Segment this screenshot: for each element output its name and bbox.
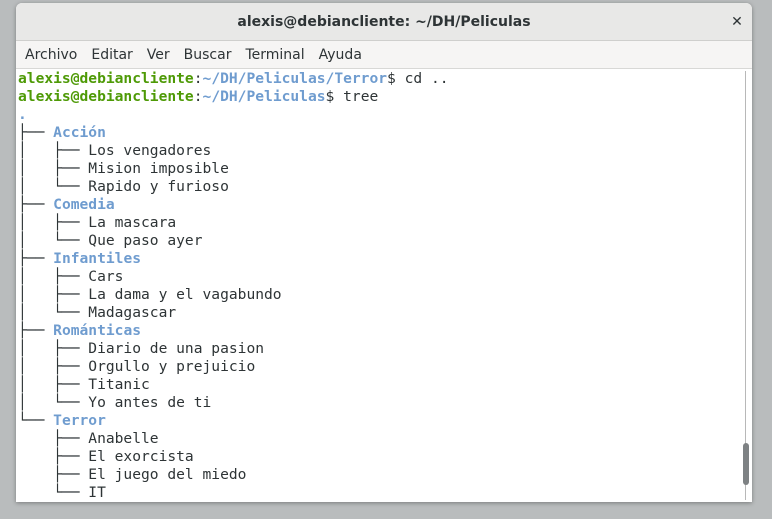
terminal-line: └── Terror bbox=[18, 412, 449, 430]
terminal-line: │ └── Que paso ayer bbox=[18, 232, 449, 250]
terminal-line: └── IT bbox=[18, 484, 449, 502]
terminal-line: │ ├── Cars bbox=[18, 268, 449, 286]
terminal-line: │ ├── Orgullo y prejuicio bbox=[18, 358, 449, 376]
directory-name: Comedia bbox=[53, 196, 115, 213]
menu-buscar[interactable]: Buscar bbox=[177, 42, 239, 68]
terminal-line: │ └── Madagascar bbox=[18, 304, 449, 322]
terminal-line: ├── Románticas bbox=[18, 322, 449, 340]
terminal-text: : bbox=[193, 70, 203, 87]
menu-archivo[interactable]: Archivo bbox=[18, 42, 84, 68]
prompt-path: ~/DH/Peliculas bbox=[202, 88, 326, 105]
terminal-line: │ └── Yo antes de ti bbox=[18, 394, 449, 412]
terminal-line: ├── Anabelle bbox=[18, 430, 449, 448]
terminal-text: : bbox=[193, 88, 203, 105]
terminal-line: alexis@debiancliente:~/DH/Peliculas/Terr… bbox=[18, 70, 449, 88]
directory-name: Románticas bbox=[53, 322, 142, 339]
terminal-text: ├── El exorcista bbox=[18, 448, 194, 465]
terminal-text: $ tree bbox=[325, 88, 379, 105]
terminal-line: │ ├── Titanic bbox=[18, 376, 449, 394]
terminal-window: alexis@debiancliente: ~/DH/Peliculas ✕ A… bbox=[16, 3, 752, 502]
terminal-text: │ ├── Titanic bbox=[18, 376, 150, 393]
terminal-text: │ ├── Los vengadores bbox=[18, 142, 212, 159]
menu-ver[interactable]: Ver bbox=[140, 42, 177, 68]
terminal-line: │ ├── Mision imposible bbox=[18, 160, 449, 178]
terminal-text: └── bbox=[18, 412, 54, 429]
terminal-line: alexis@debiancliente:~/DH/Peliculas$ tre… bbox=[18, 88, 449, 106]
terminal-text: ├── Anabelle bbox=[18, 430, 159, 447]
terminal-line: . bbox=[18, 106, 449, 124]
menu-bar: Archivo Editar Ver Buscar Terminal Ayuda bbox=[16, 41, 752, 69]
prompt-user: alexis@debiancliente bbox=[18, 88, 194, 105]
terminal-text: │ └── Yo antes de ti bbox=[18, 394, 212, 411]
terminal-text: │ └── Madagascar bbox=[18, 304, 177, 321]
terminal-text: ├── El juego del miedo bbox=[18, 466, 247, 483]
terminal-line: │ ├── Diario de una pasion bbox=[18, 340, 449, 358]
menu-editar[interactable]: Editar bbox=[84, 42, 139, 68]
terminal-line: ├── Comedia bbox=[18, 196, 449, 214]
close-button[interactable]: ✕ bbox=[726, 11, 748, 33]
terminal-text: ├── bbox=[18, 250, 54, 267]
terminal-line: ├── El exorcista bbox=[18, 448, 449, 466]
window-title: alexis@debiancliente: ~/DH/Peliculas bbox=[237, 13, 531, 30]
menu-terminal[interactable]: Terminal bbox=[238, 42, 311, 68]
directory-name: Terror bbox=[53, 412, 106, 429]
prompt-user: alexis@debiancliente bbox=[18, 70, 194, 87]
terminal-text: ├── bbox=[18, 124, 54, 141]
terminal-line: │ ├── La dama y el vagabundo bbox=[18, 286, 449, 304]
terminal-text: ├── bbox=[18, 322, 54, 339]
terminal-line: │ └── Rapido y furioso bbox=[18, 178, 449, 196]
terminal-text: │ ├── Diario de una pasion bbox=[18, 340, 265, 357]
terminal-line: ├── El juego del miedo bbox=[18, 466, 449, 484]
terminal-text: │ ├── Mision imposible bbox=[18, 160, 229, 177]
terminal-text: │ ├── Cars bbox=[18, 268, 124, 285]
terminal-line: ├── Infantiles bbox=[18, 250, 449, 268]
terminal-text: $ cd .. bbox=[387, 70, 449, 87]
scrollbar-track bbox=[745, 71, 746, 500]
terminal-text: │ └── Que paso ayer bbox=[18, 232, 203, 249]
terminal-line: ├── Acción bbox=[18, 124, 449, 142]
terminal-text: │ └── Rapido y furioso bbox=[18, 178, 229, 195]
terminal-line: │ ├── Los vengadores bbox=[18, 142, 449, 160]
terminal-output[interactable]: alexis@debiancliente:~/DH/Peliculas/Terr… bbox=[16, 69, 740, 502]
directory-name: Infantiles bbox=[53, 250, 142, 267]
directory-name: . bbox=[18, 106, 27, 123]
scrollbar[interactable] bbox=[740, 69, 752, 502]
terminal-lines: alexis@debiancliente:~/DH/Peliculas/Terr… bbox=[18, 70, 449, 502]
directory-name: Acción bbox=[53, 124, 106, 141]
terminal-text: └── IT bbox=[18, 484, 106, 501]
terminal-text: │ ├── La dama y el vagabundo bbox=[18, 286, 282, 303]
prompt-path: ~/DH/Peliculas/Terror bbox=[202, 70, 388, 87]
menu-ayuda[interactable]: Ayuda bbox=[312, 42, 369, 68]
terminal-text: │ ├── La mascara bbox=[18, 214, 177, 231]
terminal-text: ├── bbox=[18, 196, 54, 213]
terminal-line: │ ├── La mascara bbox=[18, 214, 449, 232]
title-bar[interactable]: alexis@debiancliente: ~/DH/Peliculas ✕ bbox=[16, 3, 752, 41]
terminal-text: │ ├── Orgullo y prejuicio bbox=[18, 358, 256, 375]
scrollbar-thumb[interactable] bbox=[743, 442, 749, 485]
close-icon: ✕ bbox=[731, 14, 743, 30]
